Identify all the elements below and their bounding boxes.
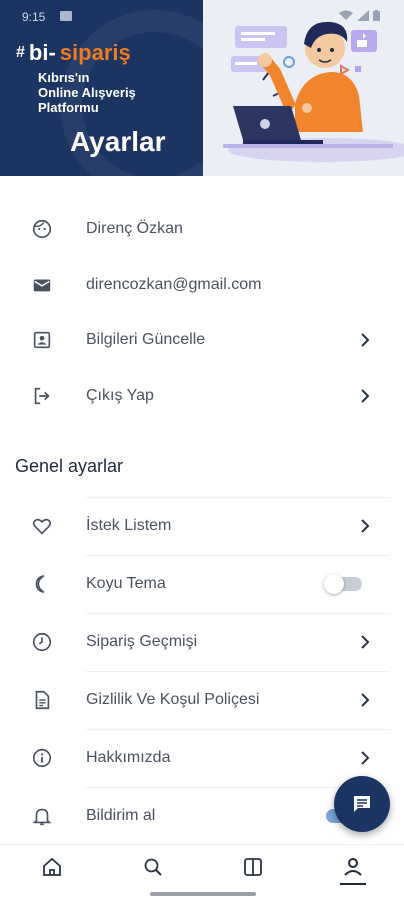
info-icon — [30, 746, 54, 770]
brand-panel: 9:15 # bi-sipariş Kıbrıs'ın Online Alışv… — [0, 0, 203, 176]
bell-icon — [30, 804, 54, 828]
general-settings-title: Genel ayarlar — [15, 456, 124, 476]
divider — [86, 729, 390, 730]
order-history-label: Sipariş Geçmişi — [86, 633, 198, 650]
order-history-row[interactable]: Sipariş Geçmişi — [0, 613, 404, 671]
logout-row[interactable]: Çıkış Yap — [0, 367, 404, 425]
about-row[interactable]: Hakkımızda — [0, 729, 404, 787]
logo-prefix: bi- — [28, 40, 56, 65]
face-icon — [30, 217, 54, 241]
divider — [86, 555, 390, 556]
moon-icon — [30, 572, 54, 596]
account-name-row: Direnç Özkan — [0, 200, 404, 258]
divider — [86, 613, 390, 614]
wishlist-label: İstek Listem — [86, 517, 172, 534]
nav-home[interactable] — [40, 855, 64, 879]
divider — [86, 671, 390, 672]
battery-icon — [373, 10, 380, 21]
divider — [86, 497, 390, 498]
update-info-row[interactable]: Bilgileri Güncelle — [0, 311, 404, 369]
wifi-icon — [339, 10, 353, 20]
profile-icon — [344, 858, 362, 876]
chat-icon — [354, 796, 370, 812]
settings-header: 9:15 # bi-sipariş Kıbrıs'ın Online Alışv… — [0, 0, 404, 176]
gallery-notification-icon — [60, 11, 72, 21]
about-label: Hakkımızda — [86, 749, 171, 766]
chevron-right-icon — [361, 333, 370, 347]
brand-tagline: Kıbrıs'ın Online Alışveriş Platformu — [38, 70, 136, 115]
privacy-policy-row[interactable]: Gizlilik Ve Koşul Poliçesi — [0, 671, 404, 729]
chevron-right-icon — [361, 519, 370, 533]
logout-label: Çıkış Yap — [86, 387, 154, 404]
nav-search[interactable] — [141, 855, 165, 879]
update-info-label: Bilgileri Güncelle — [86, 331, 206, 348]
contact-card-icon — [30, 328, 54, 352]
heart-icon — [30, 514, 54, 538]
document-icon — [30, 688, 54, 712]
header-illustration — [203, 0, 404, 176]
catalog-icon — [244, 858, 262, 876]
chat-button[interactable] — [334, 776, 390, 832]
clock-icon — [30, 630, 54, 654]
notifications-label: Bildirim al — [86, 807, 156, 824]
status-time: 9:15 — [22, 10, 46, 24]
account-email-row: direncozkan@gmail.com — [0, 256, 404, 314]
email-icon — [30, 273, 54, 297]
tagline-line-2: Online Alışveriş — [38, 85, 136, 100]
logout-icon — [30, 384, 54, 408]
signal-icon — [357, 10, 369, 21]
chevron-right-icon — [361, 751, 370, 765]
home-indicator[interactable] — [150, 892, 256, 896]
account-name: Direnç Özkan — [86, 220, 183, 237]
home-icon — [43, 857, 61, 876]
page-title: Ayarlar — [70, 126, 166, 157]
dark-theme-toggle[interactable] — [324, 574, 362, 594]
chevron-right-icon — [361, 693, 370, 707]
chevron-right-icon — [361, 635, 370, 649]
person-with-laptop-illustration — [223, 21, 404, 162]
nav-catalog[interactable] — [241, 855, 265, 879]
account-email: direncozkan@gmail.com — [86, 276, 262, 293]
nav-profile[interactable] — [341, 855, 365, 879]
search-icon — [144, 858, 162, 876]
chevron-right-icon — [361, 389, 370, 403]
logo-name: sipariş — [59, 40, 131, 65]
dark-theme-row: Koyu Tema — [0, 555, 404, 613]
wishlist-row[interactable]: İstek Listem — [0, 497, 404, 555]
privacy-policy-label: Gizlilik Ve Koşul Poliçesi — [86, 691, 260, 708]
tagline-line-3: Platformu — [38, 100, 99, 115]
active-tab-indicator — [340, 883, 366, 885]
status-icons — [339, 10, 380, 21]
toggle-knob — [324, 574, 344, 594]
brand-logo: # bi-sipariş — [16, 40, 131, 66]
dark-theme-label: Koyu Tema — [86, 575, 166, 592]
tagline-line-1: Kıbrıs'ın — [38, 70, 90, 85]
logo-hash: # — [16, 44, 25, 61]
